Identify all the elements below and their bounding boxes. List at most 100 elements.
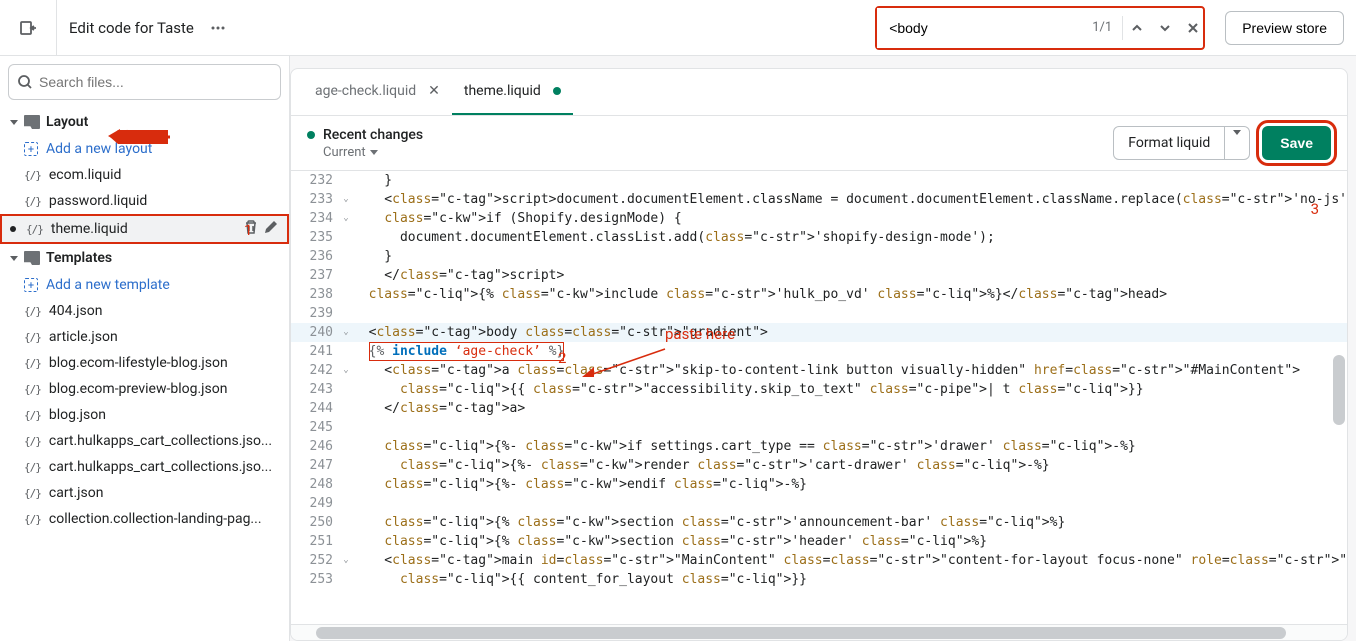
- recent-changes[interactable]: Recent changes Current: [307, 127, 423, 160]
- fold-icon: [341, 304, 351, 323]
- fold-icon: [341, 399, 351, 418]
- code-line[interactable]: 234⌄ class="c-kw">if (Shopify.designMode…: [291, 209, 1347, 228]
- selected-dot-icon: [10, 226, 16, 232]
- fold-icon[interactable]: ⌄: [341, 190, 351, 209]
- code-line[interactable]: 233⌄ <class="c-tag">script>document.docu…: [291, 190, 1347, 209]
- line-number: 250: [291, 513, 341, 532]
- scrollbar-horizontal[interactable]: [291, 624, 1347, 640]
- file-name: cart.hulkapps_cart_collections.jso...: [49, 459, 272, 475]
- fold-icon: [341, 494, 351, 513]
- find-bar: 1/1: [875, 6, 1205, 50]
- format-dropdown[interactable]: [1224, 127, 1249, 159]
- delete-icon[interactable]: [243, 219, 259, 239]
- file-item[interactable]: {/}collection.collection-landing-pag...: [0, 506, 289, 532]
- file-name: article.json: [49, 329, 118, 345]
- line-number: 235: [291, 228, 341, 247]
- fold-icon: [341, 570, 351, 589]
- find-close-icon[interactable]: [1179, 14, 1207, 42]
- file-item[interactable]: {/} password.liquid: [0, 188, 289, 214]
- editor-toolbar: Recent changes Current Format liquid Sav…: [291, 116, 1347, 171]
- chevron-down-icon: [370, 150, 378, 155]
- liquid-file-icon: {/}: [26, 223, 43, 236]
- code-line[interactable]: 241 {% include ‘age-check’ %}: [291, 342, 1347, 361]
- save-button[interactable]: Save: [1262, 126, 1331, 160]
- preview-store-button[interactable]: Preview store: [1225, 11, 1344, 45]
- file-name: collection.collection-landing-pag...: [49, 511, 262, 527]
- file-name: theme.liquid: [51, 221, 128, 237]
- tree-group-layout[interactable]: Layout: [0, 108, 289, 136]
- code-line[interactable]: 250 class="c-liq">{% class="c-kw">sectio…: [291, 513, 1347, 532]
- chevron-down-icon: [10, 256, 18, 261]
- code-line[interactable]: 239: [291, 304, 1347, 323]
- close-icon[interactable]: ✕: [428, 83, 440, 99]
- file-item[interactable]: {/}blog.ecom-preview-blog.json: [0, 376, 289, 402]
- add-new-layout[interactable]: + Add a new layout: [0, 136, 289, 162]
- tab-age-check[interactable]: age-check.liquid ✕: [303, 69, 452, 115]
- json-file-icon: {/}: [24, 409, 41, 422]
- code-editor[interactable]: 232 }233⌄ <class="c-tag">script>document…: [291, 171, 1347, 624]
- fold-icon: [341, 437, 351, 456]
- search-input[interactable]: [39, 74, 272, 90]
- file-item[interactable]: {/}cart.json: [0, 480, 289, 506]
- find-input[interactable]: [877, 8, 1082, 48]
- tree-group-templates[interactable]: Templates: [0, 244, 289, 272]
- code-line[interactable]: 232 }: [291, 171, 1347, 190]
- code-line[interactable]: 249: [291, 494, 1347, 513]
- code-line[interactable]: 253 class="c-liq">{{ content_for_layout …: [291, 570, 1347, 589]
- file-item[interactable]: {/}article.json: [0, 324, 289, 350]
- code-line[interactable]: 240⌄ <class="c-tag">body class=class="c-…: [291, 323, 1347, 342]
- fold-icon: [341, 342, 351, 361]
- more-icon[interactable]: [202, 12, 234, 44]
- search-icon: [17, 74, 33, 90]
- code-line[interactable]: 246 class="c-liq">{%- class="c-kw">if se…: [291, 437, 1347, 456]
- file-item[interactable]: {/}cart.hulkapps_cart_collections.jso...: [0, 454, 289, 480]
- scrollbar-vertical[interactable]: [1333, 355, 1345, 425]
- code-line[interactable]: 248 class="c-liq">{%- class="c-kw">endif…: [291, 475, 1347, 494]
- file-name: password.liquid: [49, 193, 147, 209]
- tab-theme[interactable]: theme.liquid: [452, 69, 573, 115]
- code-line[interactable]: 243 class="c-liq">{{ class="c-str">"acce…: [291, 380, 1347, 399]
- chevron-down-icon: [1233, 130, 1241, 151]
- find-next-icon[interactable]: [1151, 14, 1179, 42]
- fold-icon[interactable]: ⌄: [341, 323, 351, 342]
- fold-icon: [341, 285, 351, 304]
- file-item[interactable]: {/}blog.json: [0, 402, 289, 428]
- line-number: 248: [291, 475, 341, 494]
- find-count: 1/1: [1082, 16, 1123, 40]
- file-item[interactable]: {/}404.json: [0, 298, 289, 324]
- code-line[interactable]: 238 class="c-liq">{% class="c-kw">includ…: [291, 285, 1347, 304]
- find-prev-icon[interactable]: [1123, 14, 1151, 42]
- code-line[interactable]: 235 document.documentElement.classList.a…: [291, 228, 1347, 247]
- line-number: 233: [291, 190, 341, 209]
- folder-icon: [24, 251, 40, 265]
- fold-icon[interactable]: ⌄: [341, 551, 351, 570]
- code-line[interactable]: 247 class="c-liq">{%- class="c-kw">rende…: [291, 456, 1347, 475]
- code-line[interactable]: 242⌄ <class="c-tag">a class=class="c-str…: [291, 361, 1347, 380]
- scrollbar-thumb[interactable]: [316, 627, 1286, 639]
- code-line[interactable]: 236 }: [291, 247, 1347, 266]
- file-item[interactable]: {/}blog.ecom-lifestyle-blog.json: [0, 350, 289, 376]
- format-liquid-button[interactable]: Format liquid: [1113, 126, 1250, 160]
- file-item[interactable]: {/} theme.liquid: [0, 214, 289, 244]
- code-line[interactable]: 237 </class="c-tag">script>: [291, 266, 1347, 285]
- file-item[interactable]: {/}ecom.liquid: [0, 162, 289, 188]
- status-dot-icon: [307, 131, 315, 139]
- fold-icon: [341, 513, 351, 532]
- fold-icon: [341, 475, 351, 494]
- add-new-template[interactable]: + Add a new template: [0, 272, 289, 298]
- back-icon[interactable]: [12, 12, 44, 44]
- json-file-icon: {/}: [24, 435, 41, 448]
- line-number: 244: [291, 399, 341, 418]
- code-line[interactable]: 244 </class="c-tag">a>: [291, 399, 1347, 418]
- liquid-file-icon: {/}: [24, 195, 41, 208]
- main-area: Layout + Add a new layout {/}ecom.liquid…: [0, 56, 1356, 641]
- code-line[interactable]: 251 class="c-liq">{% class="c-kw">sectio…: [291, 532, 1347, 551]
- edit-icon[interactable]: [263, 219, 279, 239]
- fold-icon[interactable]: ⌄: [341, 361, 351, 380]
- search-files-box[interactable]: [8, 64, 281, 100]
- code-line[interactable]: 245: [291, 418, 1347, 437]
- file-item[interactable]: {/}cart.hulkapps_cart_collections.jso...: [0, 428, 289, 454]
- line-number: 246: [291, 437, 341, 456]
- code-line[interactable]: 252⌄ <class="c-tag">main id=class="c-str…: [291, 551, 1347, 570]
- fold-icon[interactable]: ⌄: [341, 209, 351, 228]
